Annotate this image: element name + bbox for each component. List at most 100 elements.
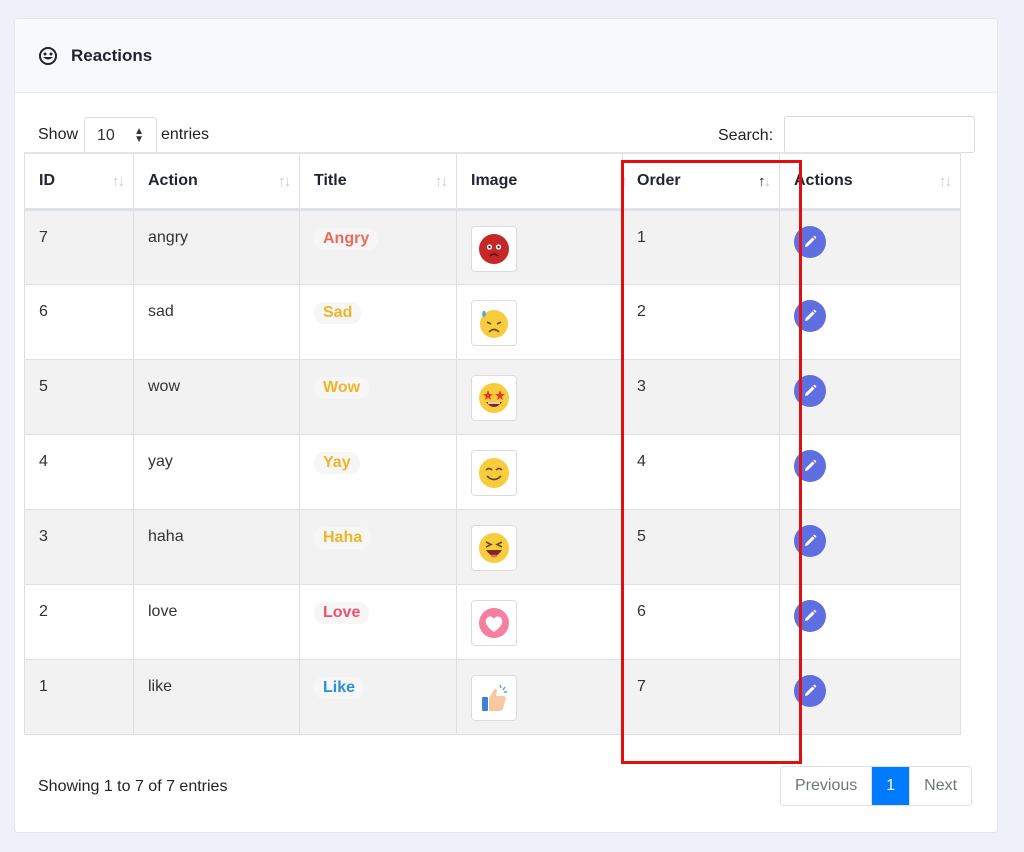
title-badge: Wow (314, 376, 370, 399)
edit-button[interactable] (794, 299, 826, 332)
row-action: haha (148, 527, 184, 545)
column-header-title[interactable]: Title ↑↓ (299, 152, 457, 211)
previous-page-button[interactable]: Previous (781, 767, 872, 805)
row-id: 7 (39, 228, 48, 246)
row-order: 2 (637, 302, 646, 320)
row-order: 5 (637, 527, 646, 545)
cell-actions (779, 433, 961, 510)
title-badge: Love (314, 601, 370, 624)
row-order: 1 (637, 228, 646, 246)
wow-emoji-icon (478, 382, 510, 414)
column-header-id[interactable]: ID ↑↓ (24, 152, 134, 211)
column-header-label: ID (39, 171, 55, 189)
row-action: angry (148, 228, 189, 246)
row-id: 3 (39, 527, 48, 545)
entries-label: entries (161, 126, 210, 143)
edit-button[interactable] (794, 374, 826, 407)
cell-action: like (133, 658, 300, 735)
reaction-image (471, 299, 517, 346)
title-badge: Haha (314, 526, 372, 549)
cell-id: 4 (24, 433, 134, 510)
edit-button[interactable] (794, 524, 826, 557)
title-badge: Sad (314, 301, 362, 324)
updown-caret-icon: ▲ ▼ (134, 126, 144, 145)
cell-order: 1 (622, 208, 780, 285)
row-order: 3 (637, 377, 646, 395)
cell-action: haha (133, 508, 300, 585)
entries-length-value: 10 (97, 126, 115, 144)
pagination: Previous 1 Next (780, 766, 973, 806)
reaction-image (471, 449, 517, 496)
column-header-label: Actions (794, 171, 853, 189)
column-header-order[interactable]: Order ↑↓ (622, 152, 780, 211)
cell-id: 1 (24, 658, 134, 735)
pencil-icon (803, 235, 817, 249)
row-id: 5 (39, 377, 48, 395)
cell-image (456, 583, 623, 660)
title-badge: Like (314, 676, 365, 699)
cell-title: Love (299, 583, 457, 660)
sort-arrows-icon: ↑↓ (435, 173, 448, 190)
pencil-icon (803, 384, 817, 398)
cell-actions (779, 658, 961, 735)
cell-action: sad (133, 283, 300, 360)
cell-order: 2 (622, 283, 780, 360)
cell-id: 3 (24, 508, 134, 585)
cell-image (456, 208, 623, 285)
card-title: Reactions (71, 45, 153, 65)
cell-title: Like (299, 658, 457, 735)
edit-button[interactable] (794, 449, 826, 482)
row-id: 6 (39, 302, 48, 320)
row-action: yay (148, 452, 173, 470)
row-id: 4 (39, 452, 48, 470)
cell-order: 5 (622, 508, 780, 585)
show-label: Show (38, 126, 79, 143)
cell-title: Haha (299, 508, 457, 585)
row-action: like (148, 677, 173, 695)
cell-image (456, 508, 623, 585)
pencil-icon (803, 684, 817, 698)
edit-button[interactable] (794, 599, 826, 632)
table-row: 5 wow Wow 3 (24, 358, 961, 435)
next-page-button[interactable]: Next (909, 767, 972, 805)
haha-emoji-icon (478, 532, 510, 564)
pencil-icon (803, 534, 817, 548)
column-header-image[interactable]: Image ↑ (456, 152, 628, 211)
reaction-image (471, 599, 517, 646)
sort-arrows-icon: ↑↓ (278, 173, 291, 190)
sad-emoji-icon (478, 307, 510, 339)
angry-emoji-icon (478, 233, 510, 265)
row-action: love (148, 602, 178, 620)
search-label: Search: (718, 127, 774, 144)
cell-action: wow (133, 358, 300, 435)
cell-image (456, 283, 623, 360)
cell-order: 3 (622, 358, 780, 435)
row-order: 4 (637, 452, 646, 470)
column-header-label: Order (637, 171, 681, 189)
card-header: Reactions (15, 19, 997, 93)
yay-emoji-icon (478, 457, 510, 489)
row-action: sad (148, 302, 174, 320)
reaction-image (471, 674, 517, 721)
pencil-icon (803, 609, 817, 623)
cell-id: 2 (24, 583, 134, 660)
reaction-image (471, 524, 517, 571)
reaction-image (471, 374, 517, 421)
row-order: 7 (637, 677, 646, 695)
cell-id: 6 (24, 283, 134, 360)
cell-action: love (133, 583, 300, 660)
entries-length-select[interactable]: 10 ▲ ▼ (84, 117, 157, 154)
like-emoji-icon (478, 682, 510, 714)
page-1-button[interactable]: 1 (871, 767, 910, 805)
search-input[interactable] (784, 116, 975, 153)
column-header-label: Action (148, 171, 198, 189)
column-header-actions[interactable]: Actions ↑↓ (779, 152, 961, 211)
cell-action: yay (133, 433, 300, 510)
edit-button[interactable] (794, 674, 826, 707)
edit-button[interactable] (794, 225, 826, 258)
love-emoji-icon (478, 607, 510, 639)
pencil-icon (803, 309, 817, 323)
column-header-action[interactable]: Action ↑↓ (133, 152, 300, 211)
sort-arrows-icon: ↑↓ (939, 173, 952, 190)
table-row: 1 like Like 7 (24, 658, 961, 735)
